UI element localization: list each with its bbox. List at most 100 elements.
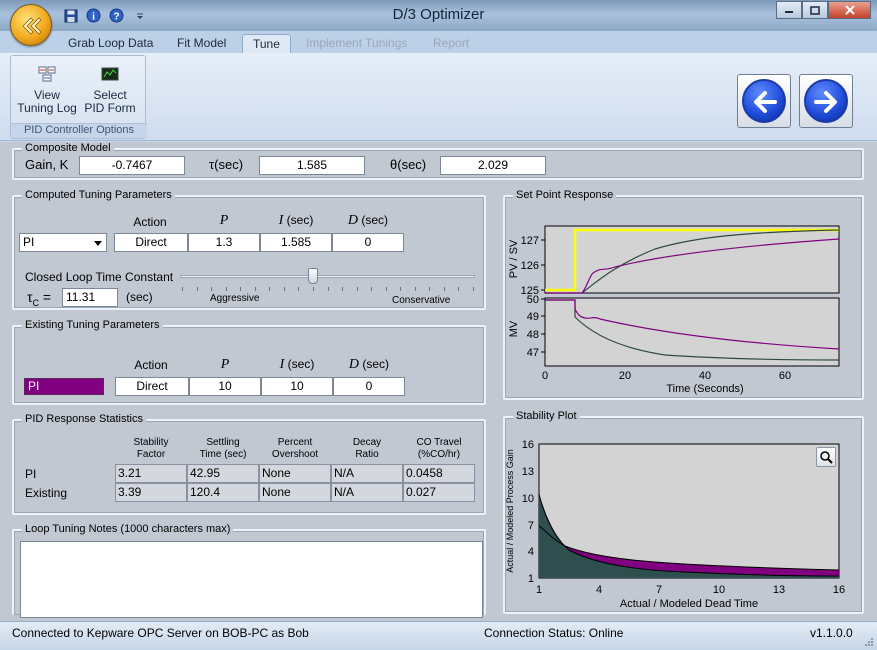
view-tuning-log-button[interactable]: View Tuning Log [16,66,78,115]
time-axis-label: Time (Seconds) [666,383,743,395]
select-pid-form-button[interactable]: Select PID Form [79,66,141,115]
pv-axis-label: PV / SV [508,239,520,278]
slider-tick [327,287,329,291]
forward-button[interactable] [799,74,853,128]
slider-tick [458,287,460,291]
computed-p-field: 1.3 [188,233,260,252]
computed-d-field: 0 [332,233,404,252]
pv-axis: 127 126 125 PV / SV [508,235,545,297]
stat-cell: N/A [331,483,403,502]
pv-plot-area [544,225,840,294]
status-bar: Connected to Kepware OPC Server on BOB-P… [0,621,877,650]
slider-tick [414,287,416,291]
tau-field: 1.585 [259,156,365,175]
stability-chart: 16 13 10 7 4 1 Actual / Modeled Process … [505,439,845,610]
pid-response-stats-panel: PID Response Statistics Stability Factor … [12,413,486,515]
slider-tick [298,287,300,291]
slider-tick [182,287,183,291]
pid-form-value: PI [23,235,35,249]
slider-tick [385,287,387,291]
version-text: v1.1.0.0 [810,626,853,640]
resize-grip-icon[interactable] [864,637,874,647]
application-menu-orb[interactable] [10,4,52,46]
tab-tune[interactable]: Tune [242,34,291,53]
closed-loop-label: Closed Loop Time Constant [25,270,174,284]
stability-y-tick: 13 [522,466,534,478]
stat-cell: N/A [331,464,403,483]
mv-axis: 50 49 48 47 MV [508,294,545,359]
slider-tick [371,287,373,291]
close-button[interactable] [828,1,871,19]
slider-tick [400,287,402,291]
back-button[interactable] [737,74,791,128]
slider-tick [283,287,285,291]
slider-tick [196,287,198,291]
stability-y-tick: 16 [522,439,534,451]
pid-response-stats-title: PID Response Statistics [22,413,146,425]
existing-d-header: D (sec) [348,357,390,372]
stat-row-label: PI [25,467,37,481]
stability-x-tick: 7 [656,584,662,596]
tau-c-input[interactable]: 11.31 [62,288,118,307]
pid-form-dropdown[interactable]: PI [19,233,107,252]
stat-cell: 42.95 [187,464,259,483]
tau-c-unit: (sec) [126,290,153,304]
pv-tick: 127 [521,235,539,247]
select-pid-form-line2: PID Form [84,101,136,115]
stat-cell: 3.21 [115,464,187,483]
maximize-button[interactable] [802,1,828,19]
existing-d-field: 0 [333,377,405,396]
loop-notes-panel: Loop Tuning Notes (1000 characters max) [12,523,486,618]
computed-p-header: P [219,213,229,228]
stability-y-tick: 1 [528,573,534,585]
stat-cell: None [259,483,331,502]
computed-i-header: I (sec) [278,213,314,228]
existing-i-header: I (sec) [279,357,315,372]
tab-implement-tunings: Implement Tunings [306,36,408,50]
ribbon-tab-bar: Grab Loop Data Fit Model Tune Implement … [0,31,877,53]
tau-c-slider-thumb[interactable] [307,268,318,284]
loop-notes-title: Loop Tuning Notes (1000 characters max) [22,523,234,535]
pid-controller-options-group: View Tuning Log Select PID Form PID Cont… [10,55,147,139]
time-tick: 0 [542,370,548,382]
stat-cell: 3.39 [115,483,187,502]
slider-tick [429,287,431,291]
slider-ticks [182,287,474,291]
stability-x-tick: 16 [833,584,845,596]
existing-p-field: 10 [189,377,261,396]
zoom-button[interactable] [816,447,836,467]
stability-y-tick: 7 [528,520,534,532]
stat-row-label: Existing [25,486,68,500]
computed-tuning-panel: Computed Tuning Parameters Action P I (s… [12,189,486,310]
view-tuning-log-line2: Tuning Log [17,101,77,115]
computed-action-header: Action [133,215,167,229]
tab-grab-loop-data[interactable]: Grab Loop Data [58,34,163,53]
stability-y-tick: 10 [522,493,534,505]
slider-tick [443,287,445,291]
stat-cell: None [259,464,331,483]
existing-tuning-panel: Existing Tuning Parameters Action P I (s… [12,319,486,405]
existing-i-field: 10 [261,377,333,396]
composite-model-title: Composite Model [22,142,114,154]
tuning-log-icon [38,66,56,82]
theta-label: θ(sec) [390,157,427,172]
time-tick: 60 [779,370,791,382]
stability-y-tick: 4 [528,546,534,558]
stability-y-axis: 16 13 10 7 4 1 Actual / Modeled Process … [505,439,534,585]
stability-y-label: Actual / Modeled Process Gain [505,449,515,573]
arrow-left-icon [754,91,777,113]
mv-tick: 50 [527,294,539,306]
minimize-button[interactable] [776,1,802,19]
pid-form-icon [101,67,119,81]
stat-header-co-travel: CO Travel (%CO/hr) [416,437,462,460]
tau-c-label: τC = [27,289,52,308]
tau-c-slider-track[interactable] [180,275,475,278]
stability-x-tick: 1 [536,584,542,596]
loop-notes-textarea[interactable] [20,541,483,618]
tab-fit-model[interactable]: Fit Model [167,34,236,53]
slider-conservative-label: Conservative [392,295,451,306]
stability-x-label: Actual / Modeled Dead Time [620,598,758,610]
slider-tick [269,287,271,291]
stat-header-settling: Settling Time (sec) [199,437,247,460]
stat-header-decay: Decay Ratio [352,437,382,460]
